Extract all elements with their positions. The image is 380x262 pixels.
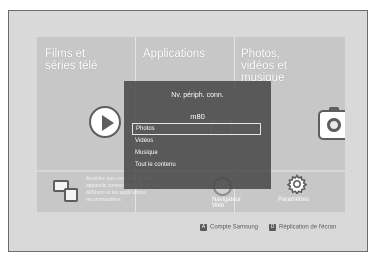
- play-icon: [89, 106, 121, 138]
- connected-devices-icon: [53, 180, 78, 202]
- popup-title: Nv. périph. conn.: [171, 92, 224, 99]
- tile-title-line: Photos,: [241, 48, 280, 60]
- tile-movies-tv[interactable]: Films et séries télé: [37, 37, 136, 170]
- menu-item-all-content[interactable]: Tout le contenu: [132, 159, 261, 171]
- tile-movies-tv-title: Films et séries télé: [45, 48, 97, 72]
- tile-applications-title: Applications: [143, 48, 205, 60]
- device-name: m80: [190, 112, 205, 121]
- menu-item-photos[interactable]: Photos: [132, 123, 261, 135]
- menu-item-videos[interactable]: Vidéos: [132, 135, 261, 147]
- settings-label: Paramètres: [278, 197, 310, 203]
- camera-icon: [318, 107, 345, 140]
- menu-item-music[interactable]: Musique: [132, 147, 261, 159]
- footer-samsung-account[interactable]: A Compte Samsung: [200, 224, 258, 231]
- samsung-account-label: Compte Samsung: [210, 224, 259, 231]
- allshare-cell[interactable]: Accédez aux contenus de vos appareils co…: [37, 172, 161, 212]
- a-key-badge: A: [200, 224, 207, 231]
- gear-icon: [287, 174, 307, 194]
- footer-screen-mirroring[interactable]: D Réplication de l'écran: [269, 224, 336, 231]
- tile-title-line: séries télé: [45, 60, 98, 72]
- screen-mirroring-label: Réplication de l'écran: [279, 224, 337, 231]
- popup-menu: Photos Vidéos Musique Tout le contenu: [132, 123, 261, 171]
- tile-title-line: Applications: [143, 48, 206, 60]
- d-key-badge: D: [269, 224, 276, 231]
- tile-photos-videos-music-title: Photos, vidéos et musique: [241, 48, 287, 84]
- tile-title-line: Films et: [45, 48, 86, 60]
- tile-title-line: vidéos et: [241, 60, 288, 72]
- new-device-popup: Nv. périph. conn. m80 Photos Vidéos Musi…: [124, 81, 271, 189]
